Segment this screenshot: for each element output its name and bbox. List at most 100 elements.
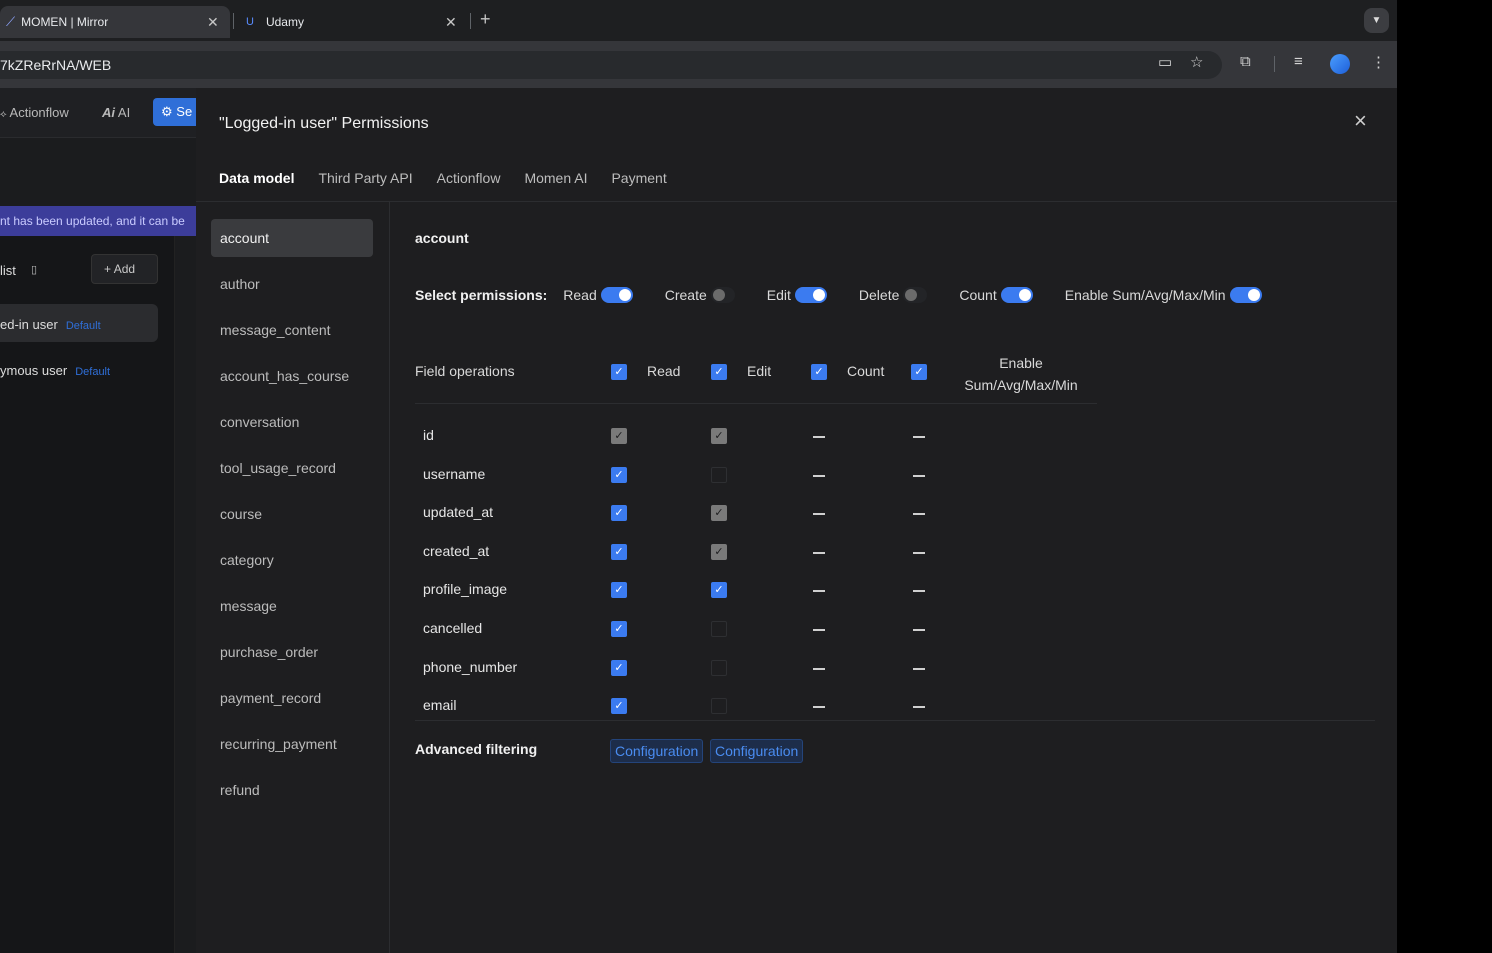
- read-checkbox[interactable]: ✓: [611, 698, 627, 714]
- tab-momen-ai[interactable]: Momen AI: [524, 170, 587, 186]
- edit-checkbox[interactable]: ✓: [711, 505, 727, 521]
- close-icon[interactable]: ×: [1354, 108, 1367, 134]
- read-checkbox[interactable]: ✓: [611, 544, 627, 560]
- table-item[interactable]: purchase_order: [211, 633, 373, 671]
- field-operations-label: Field operations: [415, 363, 515, 379]
- tab-separator: [470, 13, 471, 29]
- tab-title: Udamy: [265, 15, 304, 29]
- edit-configuration-button[interactable]: Configuration: [710, 739, 804, 763]
- aggregates-na-dash: [913, 436, 925, 438]
- tab-data-model[interactable]: Data model: [219, 170, 294, 186]
- read-checkbox[interactable]: ✓: [611, 505, 627, 521]
- table-item[interactable]: course: [211, 495, 373, 533]
- perm-create: Create: [665, 287, 735, 303]
- table-item[interactable]: tool_usage_record: [211, 449, 373, 487]
- read-checkbox[interactable]: ✓: [611, 660, 627, 676]
- default-badge: Default: [65, 320, 101, 332]
- app-top-nav: ⟡ Actionflow Ai AI ⚙ Se: [0, 88, 196, 138]
- clipboard-icon[interactable]: ▭: [1158, 53, 1172, 71]
- edit-checkbox[interactable]: [711, 660, 727, 676]
- aggregates-na-dash: [913, 552, 925, 554]
- browser-tab-momen[interactable]: ⟋ MOMEN | Mirror ✕: [0, 6, 230, 38]
- nav-actionflow[interactable]: ⟡ Actionflow: [0, 105, 69, 120]
- aggregates-na-dash: [913, 706, 925, 708]
- delete-toggle[interactable]: [903, 287, 928, 303]
- table-item[interactable]: payment_record: [211, 679, 373, 717]
- field-name: phone_number: [423, 659, 518, 675]
- create-toggle[interactable]: [710, 287, 735, 303]
- nav-settings-button[interactable]: ⚙ Se: [153, 98, 196, 126]
- modal-tabs: Data model Third Party API Actionflow Mo…: [219, 170, 667, 186]
- roles-list-label: list: [0, 263, 16, 278]
- table-item[interactable]: account_has_course: [211, 357, 373, 395]
- extensions-puzzle-icon[interactable]: ⧉: [1240, 53, 1251, 70]
- edit-checkbox[interactable]: ✓: [711, 582, 727, 598]
- edit-checkbox[interactable]: [711, 621, 727, 637]
- toolbar-separator: [1274, 56, 1275, 72]
- read-configuration-button[interactable]: Configuration: [610, 739, 704, 763]
- edit-checkbox[interactable]: ✓: [711, 544, 727, 560]
- read-toggle[interactable]: [600, 287, 633, 303]
- read-checkbox[interactable]: ✓: [611, 428, 627, 444]
- tab-close-icon[interactable]: ✕: [445, 14, 457, 31]
- aggregates-toggle[interactable]: [1229, 287, 1262, 303]
- read-checkbox[interactable]: ✓: [611, 621, 627, 637]
- aggregates-all-checkbox[interactable]: ✓: [911, 364, 927, 380]
- read-checkbox[interactable]: ✓: [611, 582, 627, 598]
- browser-tab-bar: ⟋ MOMEN | Mirror ✕ U Udamy ✕ + ▼: [0, 0, 1397, 41]
- column-count: Count: [847, 363, 885, 379]
- header-divider: [415, 403, 1097, 404]
- modal-title: "Logged-in user" Permissions: [219, 115, 429, 132]
- read-checkbox[interactable]: ✓: [611, 467, 627, 483]
- plus-icon: +: [104, 262, 112, 276]
- field-name: created_at: [423, 543, 490, 559]
- table-item[interactable]: recurring_payment: [211, 725, 373, 763]
- role-item-anonymous[interactable]: ymous user Default: [0, 363, 110, 378]
- select-permissions-label: Select permissions:: [415, 287, 548, 303]
- add-role-button[interactable]: + Add: [91, 254, 158, 284]
- permissions-modal: "Logged-in user" Permissions × Data mode…: [196, 88, 1397, 953]
- nav-ai[interactable]: Ai AI: [102, 105, 130, 120]
- edit-checkbox[interactable]: [711, 698, 727, 714]
- count-toggle[interactable]: [1000, 287, 1033, 303]
- table-item[interactable]: message: [211, 587, 373, 625]
- edit-checkbox[interactable]: ✓: [711, 428, 727, 444]
- tab-close-icon[interactable]: ✕: [207, 14, 219, 31]
- edit-all-checkbox[interactable]: ✓: [711, 364, 727, 380]
- table-item-account[interactable]: account: [211, 219, 373, 257]
- role-item-logged-in[interactable]: ed-in user Default: [0, 317, 101, 332]
- perm-edit: Edit: [767, 287, 827, 303]
- tab-payment[interactable]: Payment: [611, 170, 666, 186]
- tab-third-party-api[interactable]: Third Party API: [318, 170, 412, 186]
- media-queue-icon[interactable]: ≡: [1294, 53, 1303, 70]
- table-item[interactable]: author: [211, 265, 373, 303]
- edit-checkbox[interactable]: [711, 467, 727, 483]
- field-name: profile_image: [423, 581, 508, 597]
- edit-toggle[interactable]: [794, 287, 827, 303]
- tab-search-chevron-icon[interactable]: ▼: [1364, 8, 1389, 33]
- count-na-dash: [813, 668, 825, 670]
- actionflow-icon: ⟡: [0, 109, 7, 120]
- read-all-checkbox[interactable]: ✓: [611, 364, 627, 380]
- table-item[interactable]: message_content: [211, 311, 373, 349]
- table-list: account author message_content account_h…: [196, 202, 390, 953]
- browser-menu-icon[interactable]: ⋮: [1371, 53, 1386, 71]
- count-all-checkbox[interactable]: ✓: [811, 364, 827, 380]
- field-name: email: [423, 697, 457, 713]
- count-na-dash: [813, 436, 825, 438]
- table-item[interactable]: category: [211, 541, 373, 579]
- aggregates-na-dash: [913, 629, 925, 631]
- table-item[interactable]: conversation: [211, 403, 373, 441]
- permissions-row: Select permissions: Read Create Edit Del…: [415, 285, 1294, 305]
- table-item[interactable]: refund: [211, 771, 373, 809]
- section-divider: [415, 720, 1375, 721]
- background-app: ⟡ Actionflow Ai AI ⚙ Se nt has been upda…: [0, 88, 196, 953]
- bookmark-star-icon[interactable]: ☆: [1190, 53, 1203, 71]
- book-icon[interactable]: ▯: [31, 263, 37, 276]
- tab-actionflow[interactable]: Actionflow: [437, 170, 501, 186]
- field-name: username: [423, 466, 486, 482]
- address-bar[interactable]: 7kZReRrNA/WEB: [0, 51, 1222, 79]
- profile-avatar[interactable]: [1330, 54, 1350, 74]
- new-tab-button[interactable]: +: [480, 9, 491, 30]
- browser-tab-udamy[interactable]: U Udamy ✕: [240, 6, 465, 38]
